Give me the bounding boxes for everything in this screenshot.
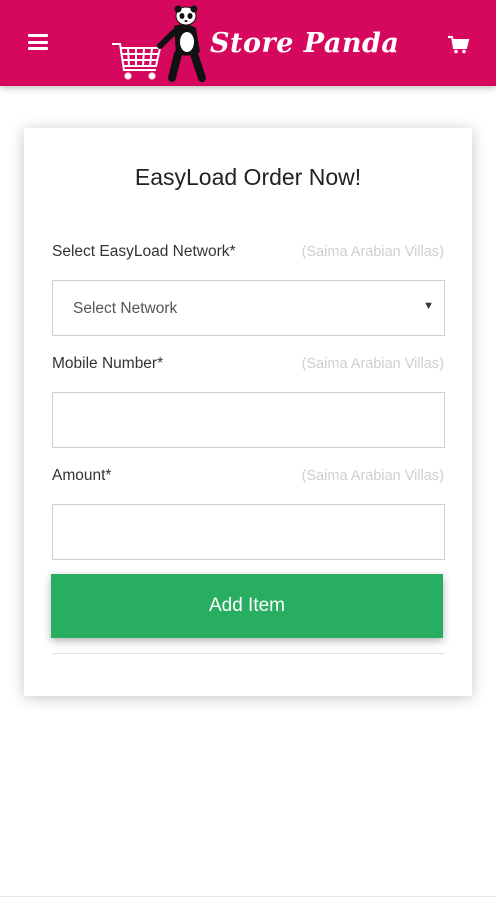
network-select[interactable]: Select Network ▼ [52,280,445,336]
amount-field[interactable] [52,504,445,560]
add-item-button[interactable]: Add Item [51,574,443,638]
panda-with-cart-logo [112,5,206,82]
divider [0,896,496,897]
chevron-down-icon: ▼ [423,300,434,312]
network-hint: (Saima Arabian Villas) [301,244,444,260]
shopping-cart-icon[interactable] [448,36,470,54]
divider [52,653,445,654]
amount-hint: (Saima Arabian Villas) [301,468,444,484]
mobile-number-field[interactable] [52,392,445,448]
amount-label: Amount* [52,467,112,484]
network-select-value: Select Network [73,300,178,317]
order-form-card: EasyLoad Order Now! Select EasyLoad Netw… [24,128,472,696]
mobile-label: Mobile Number* [52,355,164,372]
brand-logo[interactable]: Store Panda [110,4,399,84]
mobile-hint: (Saima Arabian Villas) [301,356,444,372]
network-label: Select EasyLoad Network* [52,243,236,260]
form-title: EasyLoad Order Now! [134,164,362,190]
app-header: Store Panda [0,0,496,86]
hamburger-menu-icon[interactable] [28,34,48,50]
brand-name: Store Panda [210,28,400,59]
